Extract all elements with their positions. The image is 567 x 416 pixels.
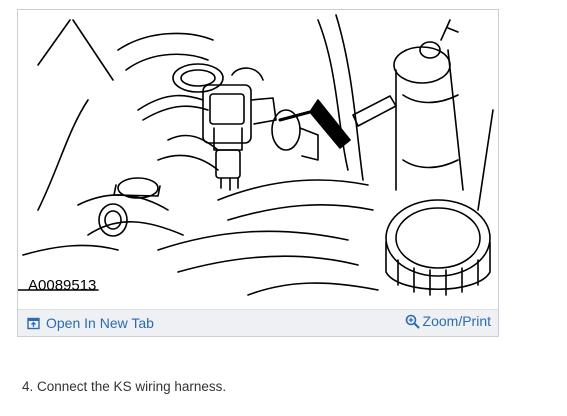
zoom-print-label: Zoom/Print — [422, 313, 491, 329]
magnifier-zoom-icon — [405, 314, 420, 329]
engine-illustration: A0089513 — [18, 10, 498, 310]
figure-card: A0089513 Open In New Tab Zoom/Print — [17, 9, 499, 337]
engine-line-drawing — [18, 14, 494, 296]
zoom-print-link[interactable]: Zoom/Print — [405, 313, 491, 329]
figure-footer-bar: Open In New Tab Zoom/Print — [18, 309, 498, 336]
instruction-step: 4. Connect the KS wiring harness. — [22, 379, 227, 394]
open-in-new-tab-icon — [27, 317, 40, 330]
figure-id-label: A0089513 — [28, 277, 97, 294]
open-in-new-tab-link[interactable]: Open In New Tab — [27, 315, 154, 331]
open-in-new-tab-label: Open In New Tab — [46, 315, 154, 331]
